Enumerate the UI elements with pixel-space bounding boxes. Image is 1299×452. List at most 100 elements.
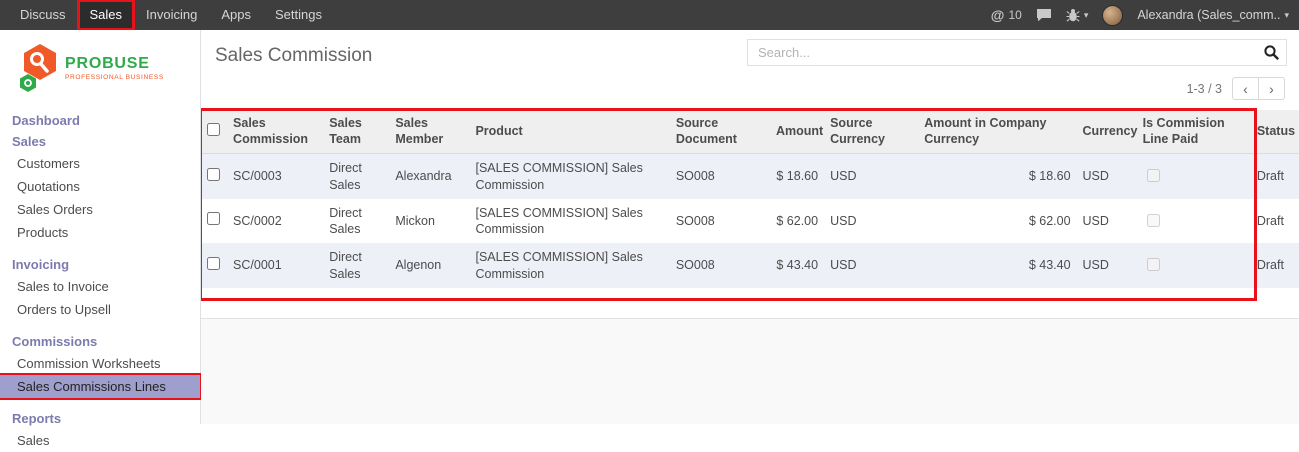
sidebar-item-customers[interactable]: Customers — [0, 152, 200, 175]
cell-currency[interactable]: USD — [1077, 243, 1137, 288]
cell-amount-company-currency[interactable]: $ 62.00 — [918, 199, 1076, 244]
cell-amount-company-currency[interactable]: $ 43.40 — [918, 243, 1076, 288]
cell-product[interactable]: [SALES COMMISSION] Sales Commission — [469, 154, 669, 199]
is-paid-checkbox — [1147, 214, 1160, 227]
sidebar-section-sales[interactable]: Sales — [0, 131, 200, 152]
menu-sales[interactable]: Sales — [78, 0, 135, 30]
cell-status[interactable]: Draft — [1251, 199, 1299, 244]
search-input[interactable] — [747, 39, 1287, 66]
cell-source-document[interactable]: SO008 — [670, 243, 770, 288]
row-select-cell — [201, 199, 227, 244]
col-header-is-commision-line-paid[interactable]: Is Commision Line Paid — [1137, 110, 1251, 154]
cell-amount[interactable]: $ 18.60 — [770, 154, 824, 199]
cell-is-paid — [1137, 199, 1251, 244]
user-menu[interactable]: Alexandra (Sales_comm.. ▾ — [1137, 8, 1289, 22]
col-header-currency[interactable]: Currency — [1077, 110, 1137, 154]
messages-icon[interactable] — [1036, 8, 1052, 22]
cell-product[interactable]: [SALES COMMISSION] Sales Commission — [469, 243, 669, 288]
cell-currency[interactable]: USD — [1077, 154, 1137, 199]
col-header-sales-team[interactable]: Sales Team — [323, 110, 389, 154]
table-row[interactable]: SC/0003 Direct Sales Alexandra [SALES CO… — [201, 154, 1299, 199]
cell-is-paid — [1137, 154, 1251, 199]
menu-apps[interactable]: Apps — [209, 0, 263, 30]
col-header-product[interactable]: Product — [469, 110, 669, 154]
is-paid-checkbox — [1147, 258, 1160, 271]
cell-sales-commission[interactable]: SC/0001 — [227, 243, 323, 288]
sidebar-item-sales-report[interactable]: Sales — [0, 429, 200, 452]
row-select-checkbox[interactable] — [207, 168, 220, 181]
mention-at-icon: @ — [991, 7, 1005, 23]
table-row[interactable]: SC/0002 Direct Sales Mickon [SALES COMMI… — [201, 199, 1299, 244]
pager-prev-button[interactable]: ‹ — [1232, 77, 1259, 100]
activities-count: 10 — [1008, 8, 1021, 22]
debug-menu[interactable]: ▾ — [1066, 8, 1089, 22]
cell-sales-team[interactable]: Direct Sales — [323, 199, 389, 244]
table-row[interactable]: SC/0001 Direct Sales Algenon [SALES COMM… — [201, 243, 1299, 288]
col-header-source-document[interactable]: Source Document — [670, 110, 770, 154]
table-header-row: Sales Commission Sales Team Sales Member… — [201, 110, 1299, 154]
search-icon[interactable] — [1263, 44, 1280, 61]
sidebar-item-orders-to-upsell[interactable]: Orders to Upsell — [0, 298, 200, 321]
main-content: Sales Commission 1-3 / 3 ‹ › — [201, 30, 1299, 424]
cell-sales-team[interactable]: Direct Sales — [323, 243, 389, 288]
col-header-amount-company-currency[interactable]: Amount in Company Currency — [918, 110, 1076, 154]
pager-buttons: ‹ › — [1232, 77, 1285, 100]
sidebar: PROBUSE PROFESSIONAL BUSINESS Dashboard … — [0, 30, 201, 424]
topbar-right: @ 10 ▾ Alexandra (Sales_comm.. ▾ — [991, 0, 1299, 30]
row-select-checkbox[interactable] — [207, 212, 220, 225]
col-header-amount[interactable]: Amount — [770, 110, 824, 154]
cell-sales-commission[interactable]: SC/0002 — [227, 199, 323, 244]
cell-amount[interactable]: $ 43.40 — [770, 243, 824, 288]
cell-amount-company-currency[interactable]: $ 18.60 — [918, 154, 1076, 199]
cell-status[interactable]: Draft — [1251, 243, 1299, 288]
chevron-down-icon: ▾ — [1084, 10, 1089, 21]
sidebar-section-commissions[interactable]: Commissions — [0, 331, 200, 352]
sidebar-section-reports[interactable]: Reports — [0, 408, 200, 429]
cell-sales-commission[interactable]: SC/0003 — [227, 154, 323, 199]
col-header-status[interactable]: Status — [1251, 110, 1299, 154]
list-view-panel: Sales Commission 1-3 / 3 ‹ › — [201, 30, 1299, 319]
col-header-sales-member[interactable]: Sales Member — [389, 110, 469, 154]
cell-source-currency[interactable]: USD — [824, 243, 918, 288]
cell-sales-member[interactable]: Algenon — [389, 243, 469, 288]
menu-settings[interactable]: Settings — [263, 0, 334, 30]
cell-source-currency[interactable]: USD — [824, 154, 918, 199]
menu-discuss[interactable]: Discuss — [8, 0, 78, 30]
sidebar-item-products[interactable]: Products — [0, 221, 200, 244]
cell-product[interactable]: [SALES COMMISSION] Sales Commission — [469, 199, 669, 244]
user-avatar[interactable] — [1102, 5, 1123, 26]
menu-invoicing[interactable]: Invoicing — [134, 0, 209, 30]
page-title: Sales Commission — [215, 45, 372, 67]
col-header-source-currency[interactable]: Source Currency — [824, 110, 918, 154]
cell-sales-team[interactable]: Direct Sales — [323, 154, 389, 199]
col-header-sales-commission[interactable]: Sales Commission — [227, 110, 323, 154]
cell-sales-member[interactable]: Mickon — [389, 199, 469, 244]
row-select-cell — [201, 154, 227, 199]
sidebar-item-sales-commissions-lines[interactable]: Sales Commissions Lines — [0, 375, 200, 398]
sidebar-item-commission-worksheets[interactable]: Commission Worksheets — [0, 352, 200, 375]
cell-source-document[interactable]: SO008 — [670, 154, 770, 199]
cell-sales-member[interactable]: Alexandra — [389, 154, 469, 199]
list-area: Sales Commission Sales Team Sales Member… — [201, 110, 1299, 318]
select-all-cell — [201, 110, 227, 154]
logo-hexagon-icon — [16, 43, 58, 93]
cell-source-document[interactable]: SO008 — [670, 199, 770, 244]
cell-source-currency[interactable]: USD — [824, 199, 918, 244]
cell-status[interactable]: Draft — [1251, 154, 1299, 199]
sidebar-item-sales-orders[interactable]: Sales Orders — [0, 198, 200, 221]
activities-counter[interactable]: @ 10 — [991, 7, 1022, 23]
sidebar-section-invoicing[interactable]: Invoicing — [0, 254, 200, 275]
user-name-label: Alexandra (Sales_comm.. — [1137, 8, 1280, 22]
sidebar-item-quotations[interactable]: Quotations — [0, 175, 200, 198]
cell-currency[interactable]: USD — [1077, 199, 1137, 244]
cell-is-paid — [1137, 243, 1251, 288]
logo-text: PROBUSE PROFESSIONAL BUSINESS — [65, 55, 164, 82]
sidebar-section-dashboard[interactable]: Dashboard — [0, 110, 200, 131]
select-all-checkbox[interactable] — [207, 123, 220, 136]
cell-amount[interactable]: $ 62.00 — [770, 199, 824, 244]
control-panel: Sales Commission — [201, 30, 1299, 69]
pager-next-button[interactable]: › — [1258, 77, 1285, 100]
logo-brand-name: PROBUSE — [65, 55, 164, 73]
sidebar-item-sales-to-invoice[interactable]: Sales to Invoice — [0, 275, 200, 298]
row-select-checkbox[interactable] — [207, 257, 220, 270]
